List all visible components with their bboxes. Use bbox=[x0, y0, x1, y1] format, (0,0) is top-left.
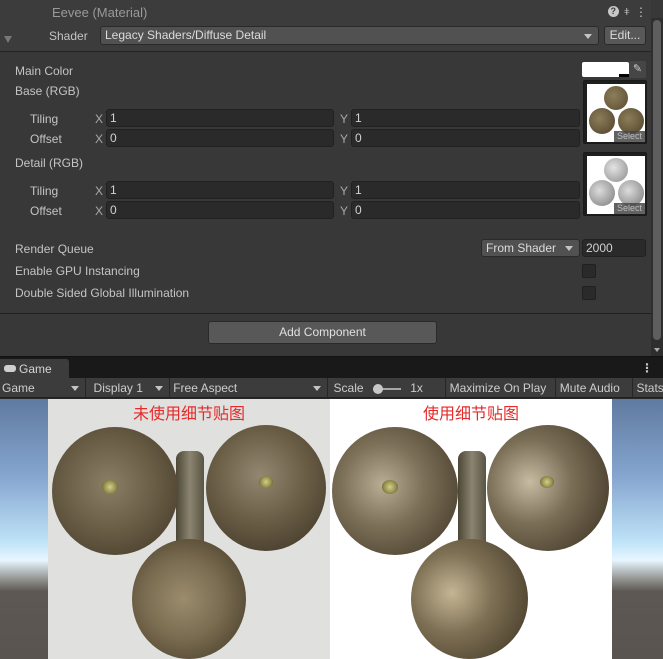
scale-slider[interactable] bbox=[372, 383, 401, 394]
base-tiling-label: Tiling bbox=[30, 112, 59, 126]
detail-texture-select-button[interactable]: Select bbox=[613, 203, 645, 214]
bell-thumb bbox=[604, 86, 628, 110]
inspector-panel: Eevee (Material) ? ⧧ ⋮ Shader Legacy Sha… bbox=[0, 0, 663, 356]
display-value: Display 1 bbox=[93, 381, 143, 395]
render-queue-value-field[interactable]: 2000 bbox=[582, 239, 646, 257]
double-sided-gi-checkbox[interactable] bbox=[582, 286, 596, 300]
gpu-instancing-checkbox[interactable] bbox=[582, 264, 596, 278]
caption-without-detail: 未使用细节贴图 bbox=[132, 404, 245, 423]
axis-x-label: X bbox=[95, 112, 104, 126]
axis-y-label: Y bbox=[340, 132, 349, 146]
preset-icon[interactable]: ⧧ bbox=[624, 4, 630, 19]
edit-shader-button[interactable]: Edit... bbox=[604, 26, 646, 45]
bell-thumb bbox=[604, 158, 628, 182]
detail-offset-x-field[interactable]: 0 bbox=[106, 201, 334, 219]
axis-x-label: X bbox=[95, 184, 104, 198]
maximize-on-play-toggle[interactable]: Maximize On Play bbox=[446, 378, 556, 398]
mute-audio-toggle[interactable]: Mute Audio bbox=[556, 378, 634, 398]
render-queue-dropdown[interactable]: From Shader bbox=[481, 239, 580, 257]
header-icons: ? ⧧ ⋮ bbox=[607, 4, 647, 19]
gamepad-icon bbox=[4, 365, 16, 373]
detail-tiling-label: Tiling bbox=[30, 184, 59, 198]
base-tiling-y-field[interactable]: 1 bbox=[351, 109, 580, 127]
axis-x-label: X bbox=[95, 132, 104, 146]
bell-bolt bbox=[102, 480, 118, 494]
game-viewport[interactable]: 未使用细节贴图 使用细节贴图 bbox=[0, 399, 663, 659]
shader-label: Shader bbox=[49, 29, 88, 43]
bell-right bbox=[206, 425, 326, 551]
bell-bracket bbox=[176, 451, 204, 551]
base-offset-label: Offset bbox=[30, 132, 62, 146]
detail-offset-y-field[interactable]: 0 bbox=[351, 201, 580, 219]
shader-value: Legacy Shaders/Diffuse Detail bbox=[105, 28, 267, 42]
alpha-bar bbox=[619, 74, 629, 77]
material-header: Eevee (Material) ? ⧧ ⋮ Shader Legacy Sha… bbox=[0, 0, 651, 52]
bell-bolt bbox=[382, 480, 398, 494]
help-icon[interactable]: ? bbox=[607, 6, 619, 17]
comparison-panel-without-detail: 未使用细节贴图 bbox=[48, 399, 330, 659]
main-color-swatch[interactable] bbox=[582, 62, 629, 77]
slider-knob[interactable] bbox=[372, 383, 383, 394]
chevron-down-icon bbox=[312, 386, 321, 391]
comparison-panel-with-detail: 使用细节贴图 bbox=[330, 399, 612, 659]
base-texture-label: Base (RGB) bbox=[15, 84, 80, 98]
scale-control: Scale 1x bbox=[328, 378, 446, 398]
axis-x-label: X bbox=[95, 204, 104, 218]
bell-bolt bbox=[540, 476, 554, 488]
render-queue-label: Render Queue bbox=[15, 242, 94, 256]
double-sided-gi-label: Double Sided Global Illumination bbox=[15, 286, 190, 300]
detail-tiling-y-field[interactable]: 1 bbox=[351, 181, 580, 199]
view-mode-value: Game bbox=[2, 381, 35, 395]
bell-right bbox=[487, 425, 609, 551]
bell-bolt bbox=[259, 476, 273, 488]
base-texture-slot[interactable]: Select bbox=[583, 80, 647, 144]
bell-bracket bbox=[458, 451, 486, 551]
aspect-dropdown[interactable]: Free Aspect bbox=[170, 378, 328, 398]
scale-label: Scale bbox=[333, 381, 364, 395]
render-queue-mode: From Shader bbox=[486, 241, 557, 255]
shader-dropdown[interactable]: Legacy Shaders/Diffuse Detail bbox=[100, 26, 599, 45]
scroll-down-icon[interactable] bbox=[654, 348, 660, 352]
add-component-button[interactable]: Add Component bbox=[208, 321, 437, 344]
material-title: Eevee (Material) bbox=[52, 5, 148, 20]
chevron-down-icon bbox=[155, 386, 164, 391]
detail-texture-label: Detail (RGB) bbox=[15, 156, 84, 170]
bell-bottom bbox=[411, 539, 528, 659]
axis-y-label: Y bbox=[340, 184, 349, 198]
caption-with-detail: 使用细节贴图 bbox=[422, 404, 519, 423]
bell-bottom bbox=[132, 539, 246, 659]
foldout-icon[interactable] bbox=[4, 36, 12, 43]
more-icon[interactable]: ⋮ bbox=[641, 361, 653, 375]
chevron-down-icon bbox=[70, 386, 79, 391]
game-tab-bar: Game ⋮ bbox=[0, 356, 663, 379]
stats-toggle[interactable]: Stats bbox=[633, 378, 663, 398]
scale-value: 1x bbox=[410, 381, 423, 395]
tab-game[interactable]: Game bbox=[0, 359, 69, 379]
axis-y-label: Y bbox=[340, 204, 349, 218]
divider bbox=[0, 313, 651, 314]
base-tiling-x-field[interactable]: 1 bbox=[106, 109, 334, 127]
base-texture-select-button[interactable]: Select bbox=[613, 131, 645, 142]
more-icon[interactable]: ⋮ bbox=[635, 5, 647, 19]
detail-offset-label: Offset bbox=[30, 204, 62, 218]
axis-y-label: Y bbox=[340, 112, 349, 126]
base-offset-x-field[interactable]: 0 bbox=[106, 129, 334, 147]
tab-game-label: Game bbox=[19, 362, 52, 376]
bell-thumb bbox=[589, 108, 615, 134]
view-mode-dropdown[interactable]: Game bbox=[0, 378, 86, 398]
aspect-value: Free Aspect bbox=[173, 381, 238, 395]
eyedropper-icon[interactable]: ✎ bbox=[629, 61, 646, 78]
display-dropdown[interactable]: Display 1 bbox=[86, 378, 171, 398]
detail-texture-slot[interactable]: Select bbox=[583, 152, 647, 216]
gpu-instancing-label: Enable GPU Instancing bbox=[15, 264, 140, 278]
detail-tiling-x-field[interactable]: 1 bbox=[106, 181, 334, 199]
scrollbar-thumb[interactable] bbox=[653, 20, 661, 340]
chevron-down-icon bbox=[565, 246, 573, 251]
bell-thumb bbox=[589, 180, 615, 206]
inspector-scrollbar[interactable] bbox=[651, 18, 663, 356]
base-offset-y-field[interactable]: 0 bbox=[351, 129, 580, 147]
game-toolbar: Game Display 1 Free Aspect Scale 1x Maxi… bbox=[0, 378, 663, 398]
main-color-label: Main Color bbox=[15, 64, 74, 78]
chevron-down-icon bbox=[584, 34, 592, 39]
